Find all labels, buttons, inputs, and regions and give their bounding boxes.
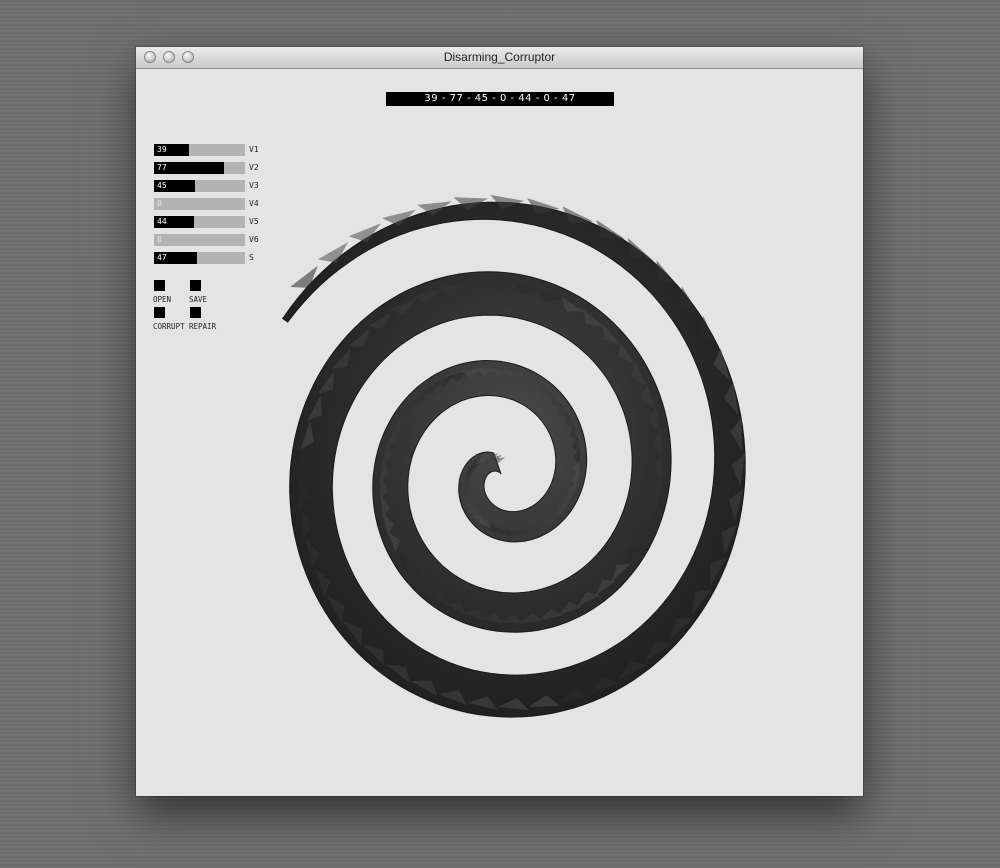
open-label: OPEN [153,295,172,304]
save-label: SAVE [189,295,208,304]
slider-track[interactable]: 39 [154,144,245,156]
slider-label: V2 [249,163,259,172]
slider-value: 0 [157,199,162,208]
slider-track[interactable]: 44 [154,216,245,228]
slider-label: S [249,253,254,262]
slider-value: 77 [157,163,167,172]
sketch-canvas[interactable]: 39 - 77 - 45 - 0 - 44 - 0 - 47 39 V1 77 V2 4… [136,69,863,796]
slider-track[interactable]: 0 [154,198,245,210]
spiral-render [282,194,746,718]
slider-value: 39 [157,145,167,154]
values-readout: 39 - 77 - 45 - 0 - 44 - 0 - 47 [386,92,614,106]
title-bar[interactable]: Disarming_Corruptor [136,47,863,69]
corrupt-label: CORRUPT [153,322,185,331]
corrupt-button[interactable] [154,307,165,318]
slider-track[interactable]: 45 [154,180,245,192]
slider-value: 47 [157,253,167,262]
slider-value: 45 [157,181,167,190]
open-button[interactable] [154,280,165,291]
slider-label: V4 [249,199,259,208]
window-title: Disarming_Corruptor [443,50,556,64]
slider-label: V3 [249,181,259,190]
slider-label: V5 [249,217,259,226]
slider-label: V1 [249,145,259,154]
slider-value: 44 [157,217,167,226]
spiral-shape [282,194,746,718]
save-button[interactable] [190,280,201,291]
slider-track[interactable]: 77 [154,162,245,174]
repair-label: REPAIR [189,322,217,331]
app-window: Disarming_Corruptor 39 - 77 - 45 - 0 - 4… [136,47,863,796]
slider-track[interactable]: 47 [154,252,245,264]
repair-button[interactable] [190,307,201,318]
slider-value: 0 [157,235,162,244]
slider-label: V6 [249,235,259,244]
slider-track[interactable]: 0 [154,234,245,246]
